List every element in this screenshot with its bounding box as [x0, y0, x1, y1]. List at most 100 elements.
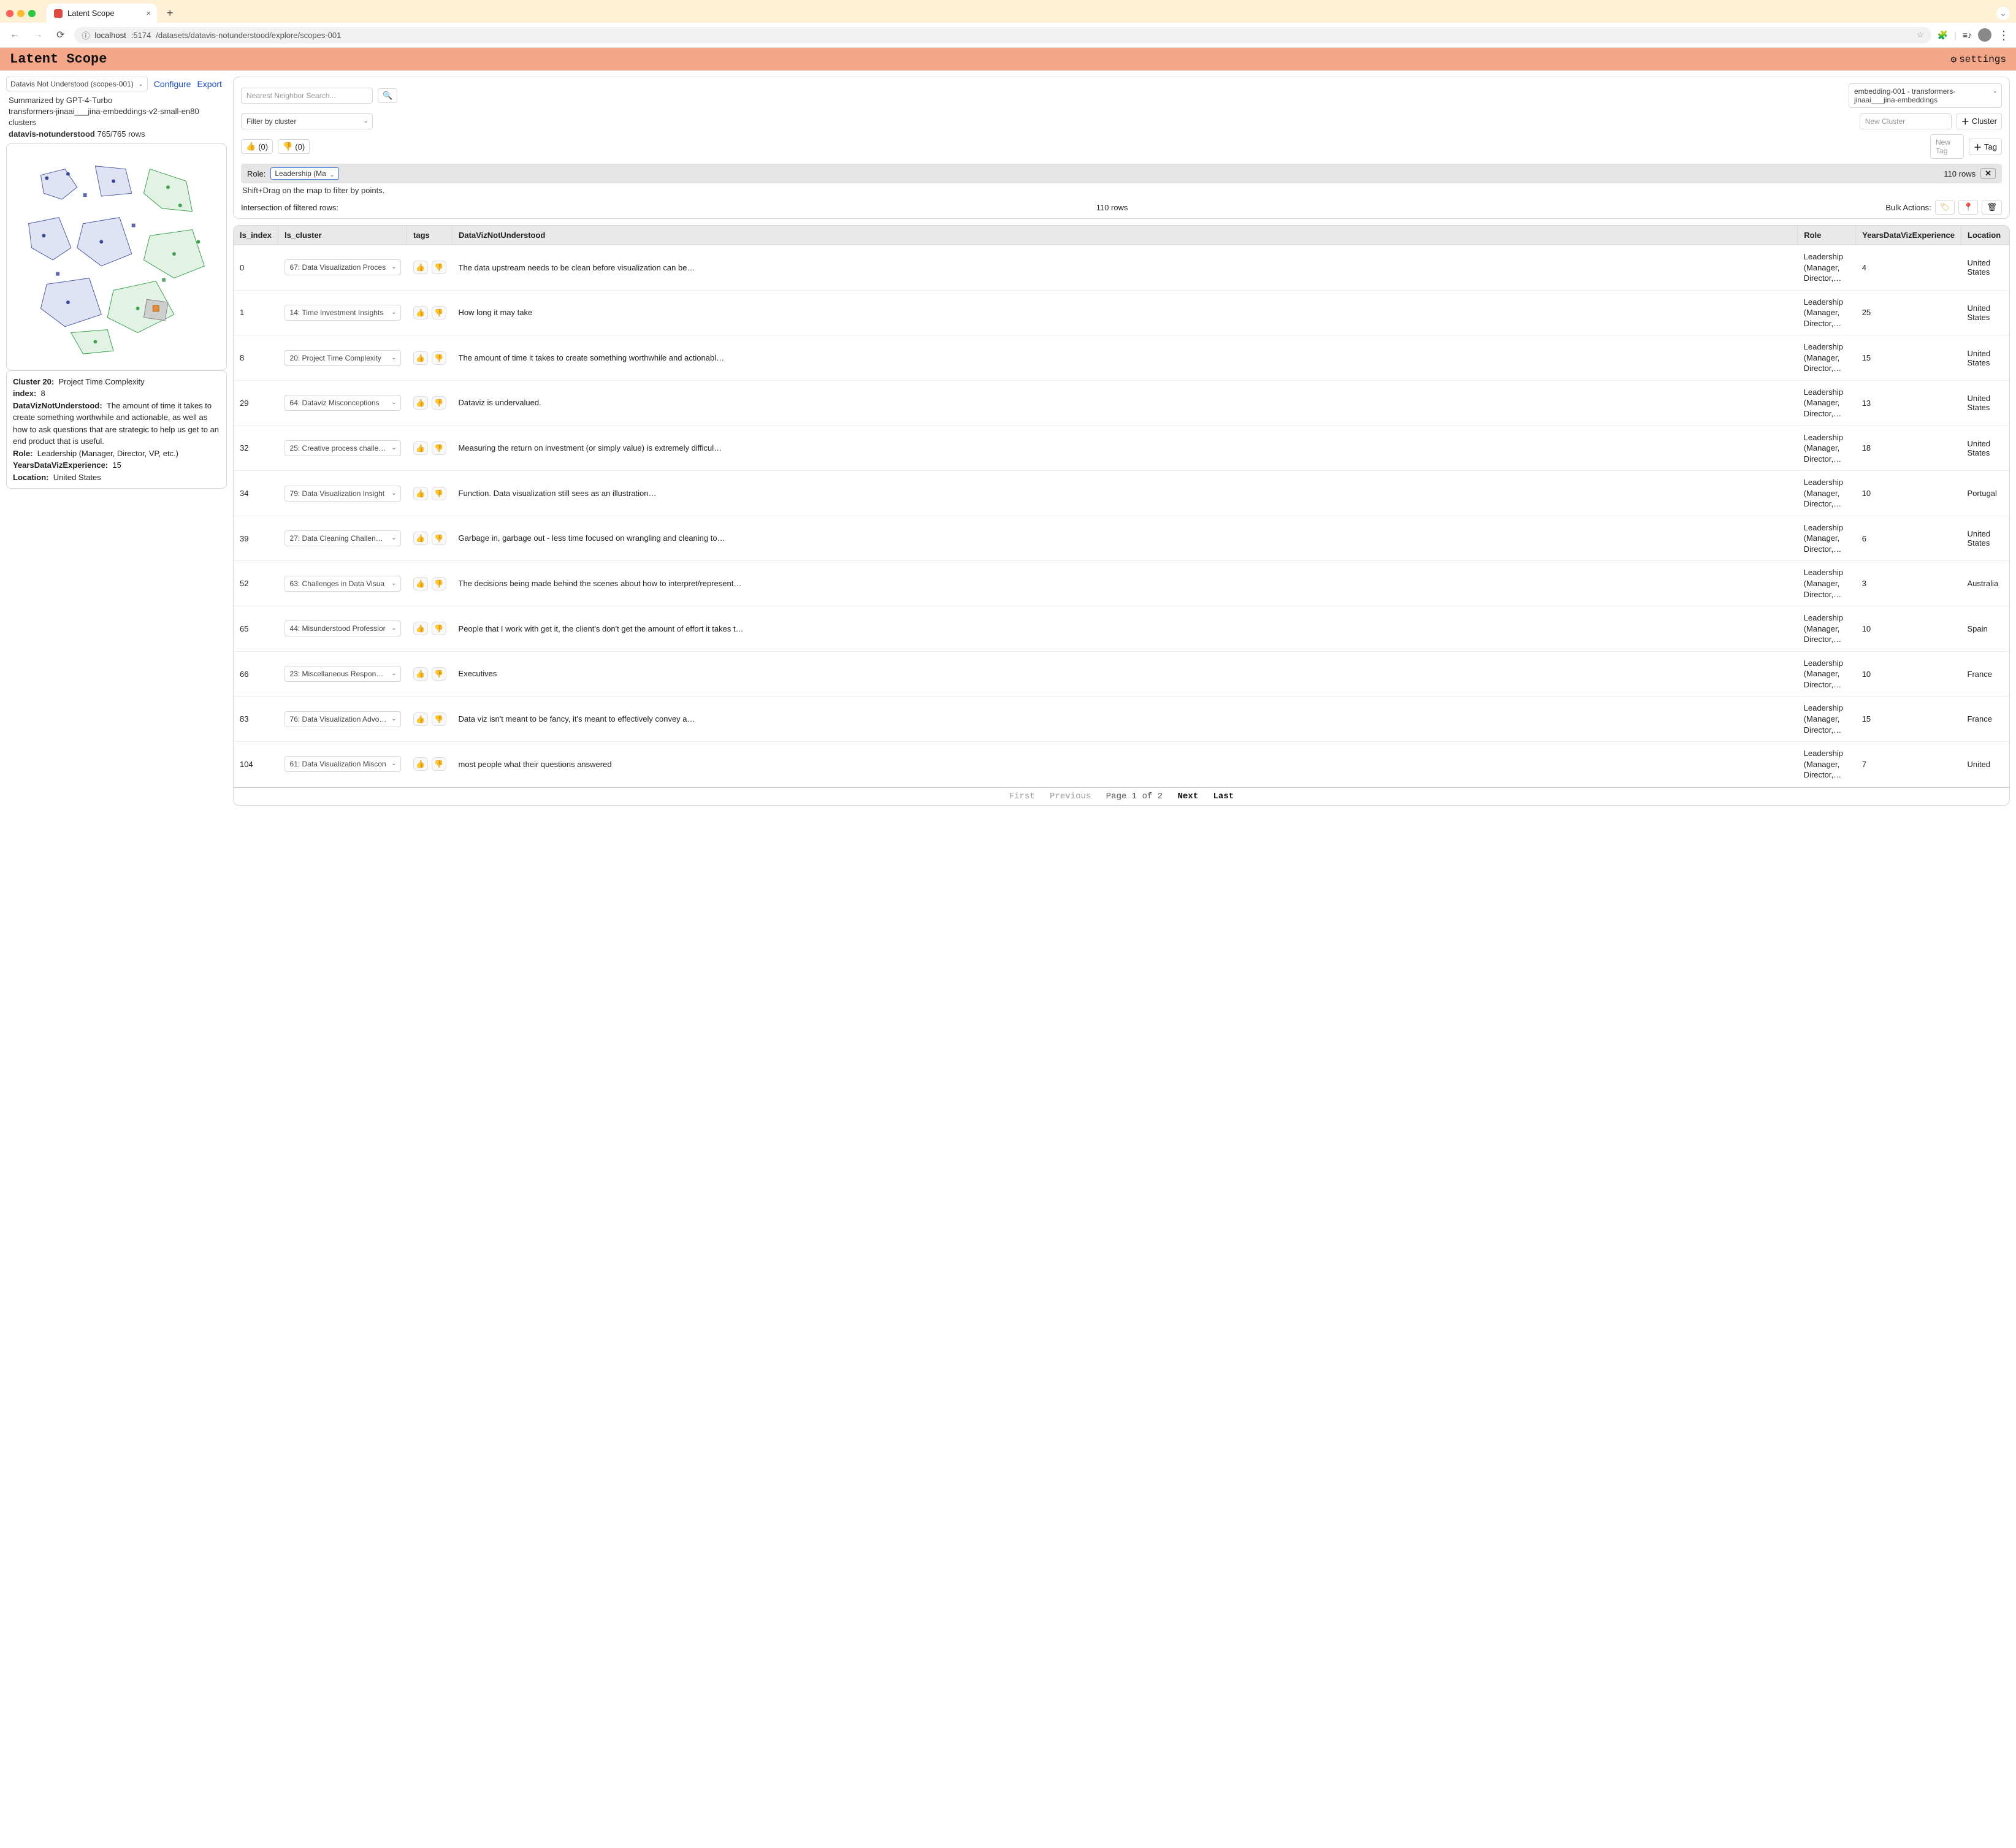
row-thumbs-down[interactable]: 👎 [432, 622, 446, 635]
row-thumbs-down[interactable]: 👎 [432, 487, 446, 500]
column-header[interactable]: YearsDataVizExperience [1856, 226, 1961, 245]
configure-link[interactable]: Configure [154, 79, 191, 89]
filter-cluster-select[interactable]: Filter by cluster ⌄ [241, 113, 373, 129]
row-thumbs-up[interactable]: 👍 [413, 441, 428, 455]
dataset-select[interactable]: Datavis Not Understood (scopes-001) ⌄ [6, 77, 148, 91]
row-thumbs-up[interactable]: 👍 [413, 757, 428, 771]
column-header[interactable]: ls_cluster [278, 226, 407, 245]
table-row[interactable]: 52 63: Challenges in Data Visua ⌄ 👍 👎 Th… [234, 561, 2009, 606]
column-header[interactable]: tags [407, 226, 452, 245]
reload-button[interactable]: ⟳ [53, 26, 68, 44]
row-thumbs-down[interactable]: 👎 [432, 441, 446, 455]
extensions-icon[interactable]: 🧩 [1938, 30, 1948, 40]
row-cluster-select[interactable]: 67: Data Visualization Proces ⌄ [284, 259, 401, 275]
pager-next[interactable]: Next [1178, 792, 1199, 801]
bulk-pin-button[interactable]: 📍 [1958, 200, 1978, 215]
row-cluster-select[interactable]: 79: Data Visualization Insight ⌄ [284, 486, 401, 502]
table-row[interactable]: 29 64: Dataviz Misconceptions ⌄ 👍 👎 Data… [234, 380, 2009, 426]
controls-panel: Nearest Neighbor Search... 🔍 embedding-0… [233, 77, 2010, 219]
settings-link[interactable]: ⚙ settings [1951, 53, 2006, 66]
row-cluster-select[interactable]: 61: Data Visualization Miscon ⌄ [284, 756, 401, 772]
row-cluster-select[interactable]: 14: Time Investment Insights ⌄ [284, 305, 401, 321]
row-thumbs-up[interactable]: 👍 [413, 667, 428, 681]
playlist-icon[interactable]: ≡♪ [1963, 30, 1972, 40]
clear-filter-button[interactable]: ✕ [1980, 168, 1996, 179]
row-thumbs-up[interactable]: 👍 [413, 487, 428, 500]
table-row[interactable]: 0 67: Data Visualization Proces ⌄ 👍 👎 Th… [234, 245, 2009, 291]
pager-previous[interactable]: Previous [1050, 792, 1091, 801]
row-thumbs-down[interactable]: 👎 [432, 306, 446, 319]
row-thumbs-down[interactable]: 👎 [432, 396, 446, 410]
detail-years-value: 15 [112, 460, 121, 470]
bulk-tag-button[interactable]: 🏷 [1935, 200, 1955, 215]
bulk-delete-button[interactable]: 🗑 [1982, 200, 2002, 215]
browser-tab[interactable]: Latent Scope × [47, 4, 157, 23]
row-thumbs-up[interactable]: 👍 [413, 261, 428, 274]
back-button[interactable]: ← [6, 27, 23, 43]
row-cluster-select[interactable]: 76: Data Visualization Advoca ⌄ [284, 711, 401, 727]
forward-button[interactable]: → [29, 27, 47, 43]
pager-last[interactable]: Last [1213, 792, 1234, 801]
pager-first[interactable]: First [1009, 792, 1035, 801]
row-cluster-select[interactable]: 27: Data Cleaning Challenges ⌄ [284, 530, 401, 546]
close-tab-icon[interactable]: × [146, 9, 151, 18]
new-tab-button[interactable]: + [167, 7, 174, 20]
row-thumbs-up[interactable]: 👍 [413, 712, 428, 726]
role-filter-select[interactable]: Leadership (Ma ⌄ [270, 167, 338, 180]
row-thumbs-down[interactable]: 👎 [432, 712, 446, 726]
site-info-icon[interactable]: ⓘ [82, 29, 90, 41]
row-thumbs-down[interactable]: 👎 [432, 667, 446, 681]
row-thumbs-up[interactable]: 👍 [413, 532, 428, 545]
table-row[interactable]: 8 20: Project Time Complexity ⌄ 👍 👎 The … [234, 335, 2009, 381]
thumbs-down-filter[interactable]: 👎(0) [278, 139, 310, 154]
row-cluster-value: 79: Data Visualization Insight [290, 489, 385, 498]
new-cluster-input[interactable]: New Cluster [1860, 113, 1952, 129]
menu-icon[interactable]: ⋮ [1998, 28, 2010, 43]
row-thumbs-down[interactable]: 👎 [432, 532, 446, 545]
window-max[interactable] [28, 10, 36, 17]
add-cluster-button[interactable]: ＋Cluster [1957, 113, 2002, 129]
embedding-select[interactable]: embedding-001 - transformers-jinaai___ji… [1849, 83, 2002, 108]
column-header[interactable]: Location [1961, 226, 2009, 245]
thumbs-up-filter[interactable]: 👍(0) [241, 139, 273, 154]
bookmark-icon[interactable]: ☆ [1917, 30, 1924, 40]
row-thumbs-down[interactable]: 👎 [432, 577, 446, 590]
table-row[interactable]: 83 76: Data Visualization Advoca ⌄ 👍 👎 D… [234, 697, 2009, 742]
profile-avatar[interactable] [1978, 28, 1991, 42]
add-tag-button[interactable]: ＋Tag [1969, 139, 2002, 155]
row-thumbs-up[interactable]: 👍 [413, 351, 428, 365]
row-thumbs-up[interactable]: 👍 [413, 306, 428, 319]
window-min[interactable] [17, 10, 25, 17]
cell-years: 18 [1856, 426, 1961, 471]
row-cluster-select[interactable]: 20: Project Time Complexity ⌄ [284, 350, 401, 366]
table-row[interactable]: 32 25: Creative process challeng ⌄ 👍 👎 M… [234, 426, 2009, 471]
cluster-map[interactable] [6, 143, 227, 370]
tabs-dropdown-icon[interactable]: ⌄ [1996, 7, 2010, 20]
column-header[interactable]: Role [1798, 226, 1856, 245]
row-cluster-select[interactable]: 23: Miscellaneous Responses ⌄ [284, 666, 401, 682]
table-row[interactable]: 1 14: Time Investment Insights ⌄ 👍 👎 How… [234, 290, 2009, 335]
row-cluster-select[interactable]: 63: Challenges in Data Visua ⌄ [284, 576, 401, 592]
row-cluster-select[interactable]: 25: Creative process challeng ⌄ [284, 440, 401, 456]
row-thumbs-down[interactable]: 👎 [432, 351, 446, 365]
table-row[interactable]: 65 44: Misunderstood Professior ⌄ 👍 👎 Pe… [234, 606, 2009, 652]
table-row[interactable]: 34 79: Data Visualization Insight ⌄ 👍 👎 … [234, 471, 2009, 516]
new-tag-input[interactable]: New Tag [1930, 134, 1964, 159]
row-cluster-select[interactable]: 64: Dataviz Misconceptions ⌄ [284, 395, 401, 411]
table-row[interactable]: 104 61: Data Visualization Miscon ⌄ 👍 👎 … [234, 742, 2009, 787]
row-cluster-select[interactable]: 44: Misunderstood Professior ⌄ [284, 620, 401, 636]
address-bar[interactable]: ⓘ localhost:5174/datasets/datavis-notund… [74, 27, 1931, 44]
column-header[interactable]: DataVizNotUnderstood [452, 226, 1798, 245]
search-button[interactable]: 🔍 [378, 88, 397, 103]
window-close[interactable] [6, 10, 13, 17]
table-row[interactable]: 66 23: Miscellaneous Responses ⌄ 👍 👎 Exe… [234, 651, 2009, 697]
row-thumbs-up[interactable]: 👍 [413, 622, 428, 635]
row-thumbs-up[interactable]: 👍 [413, 577, 428, 590]
row-thumbs-up[interactable]: 👍 [413, 396, 428, 410]
row-thumbs-down[interactable]: 👎 [432, 757, 446, 771]
export-link[interactable]: Export [197, 79, 221, 89]
row-thumbs-down[interactable]: 👎 [432, 261, 446, 274]
search-input[interactable]: Nearest Neighbor Search... [241, 88, 373, 104]
column-header[interactable]: ls_index [234, 226, 278, 245]
table-row[interactable]: 39 27: Data Cleaning Challenges ⌄ 👍 👎 Ga… [234, 516, 2009, 561]
